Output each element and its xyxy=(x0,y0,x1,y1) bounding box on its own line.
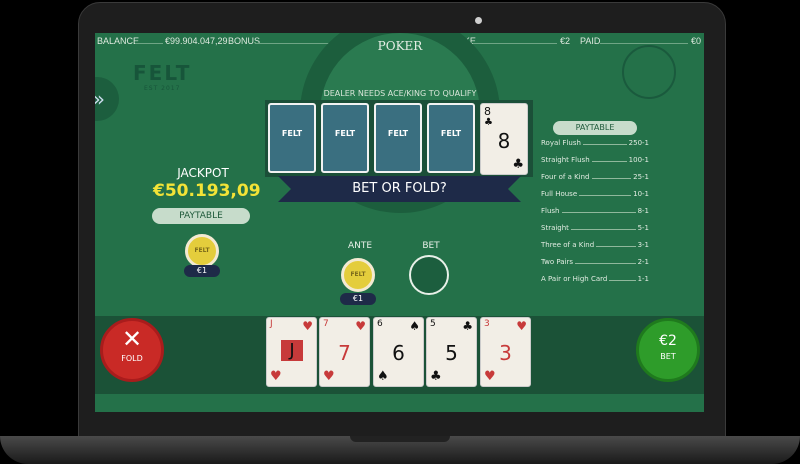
paytable-row: Four of a Kind 25-1 xyxy=(541,173,649,181)
qualify-text: DEALER NEEDS ACE/KING TO QUALIFY xyxy=(323,89,477,98)
bet-or-fold-banner: BET OR FOLD? xyxy=(278,176,521,202)
double-chevron-right-icon: » xyxy=(95,87,105,111)
paytable-row: A Pair or High Card 1-1 xyxy=(541,275,649,283)
paytable-row: Royal Flush 250-1 xyxy=(541,139,649,147)
paytable-row: Three of a Kind 3-1 xyxy=(541,241,649,249)
paytable-title[interactable]: PAYTABLE xyxy=(553,121,637,135)
heart-icon: ♥ xyxy=(484,369,496,384)
ante-chip-value: €1 xyxy=(340,293,376,305)
balance-value: €99.904.047,29 xyxy=(165,36,228,46)
heart-icon: ♥ xyxy=(302,319,313,333)
bet-button[interactable]: €2 BET xyxy=(636,318,700,382)
ante-chip: FELT xyxy=(341,258,375,292)
dealer-card-hidden: FELT xyxy=(268,103,316,173)
jackpot-chip[interactable]: FELT xyxy=(185,234,219,268)
dealer-card-face: 8 8 ♣ ♣ xyxy=(480,103,528,175)
paytable-row: Full House 10-1 xyxy=(541,190,649,198)
laptop-notch xyxy=(350,436,450,442)
dealer-hand: FELT FELT FELT FELT 8 8 ♣ ♣ xyxy=(265,100,533,177)
fold-button[interactable]: ✕ FOLD xyxy=(100,318,164,382)
jackpot-value: €50.193,09 xyxy=(153,181,261,201)
player-card[interactable]: 7 ♥ 7 ♥ xyxy=(319,317,370,387)
paytable-row: Two Pairs 2-1 xyxy=(541,258,649,266)
camera-dot xyxy=(475,17,482,24)
player-card[interactable]: 6 ♠ 6 ♠ xyxy=(373,317,424,387)
spade-icon: ♠ xyxy=(409,319,420,333)
bet-spot[interactable] xyxy=(409,255,449,295)
club-icon: ♣ xyxy=(462,319,473,333)
jackpot-chip-value: €1 xyxy=(184,265,220,277)
player-card[interactable]: J ♥ J ♥ xyxy=(266,317,317,387)
jackpot-label: JACKPOT xyxy=(177,166,229,180)
game-screen: BALANCE €99.904.047,29 BONUS €0 STAKE €2… xyxy=(95,33,704,412)
player-card[interactable]: 3 ♥ 3 ♥ xyxy=(480,317,531,387)
game-title: POKER xyxy=(377,39,423,53)
emblem-logo xyxy=(622,45,676,99)
paytable-row: Straight Flush 100-1 xyxy=(541,156,649,164)
paytable-row: Straight 5-1 xyxy=(541,224,649,232)
stake-value: €2 xyxy=(560,36,571,46)
club-icon: ♣ xyxy=(430,369,442,384)
heart-icon: ♥ xyxy=(355,319,366,333)
ante-label: ANTE xyxy=(347,241,373,251)
dealer-card-hidden: FELT xyxy=(374,103,422,173)
bet-label: BET xyxy=(422,241,440,251)
balance-label: BALANCE xyxy=(97,36,140,46)
bonus-label: BONUS xyxy=(228,36,261,46)
close-icon: ✕ xyxy=(121,325,143,353)
felt-logo: FELT EST 2017 xyxy=(133,61,192,92)
heart-icon: ♥ xyxy=(516,319,527,333)
spade-icon: ♠ xyxy=(377,369,389,384)
paytable: Royal Flush 250-1 Straight Flush 100-1 Fou… xyxy=(541,139,649,292)
paid-label: PAID xyxy=(580,36,601,46)
jackpot-paytable-button[interactable]: PAYTABLE xyxy=(152,208,250,224)
player-card[interactable]: 5 ♣ 5 ♣ xyxy=(426,317,477,387)
heart-icon: ♥ xyxy=(270,369,282,384)
paid-value: €0 xyxy=(691,36,702,46)
club-icon: ♣ xyxy=(484,117,493,128)
dealer-card-hidden: FELT xyxy=(427,103,475,173)
menu-button[interactable]: » xyxy=(95,77,119,121)
club-icon: ♣ xyxy=(512,157,524,172)
paytable-row: Flush 8-1 xyxy=(541,207,649,215)
dealer-card-hidden: FELT xyxy=(321,103,369,173)
heart-icon: ♥ xyxy=(323,369,335,384)
